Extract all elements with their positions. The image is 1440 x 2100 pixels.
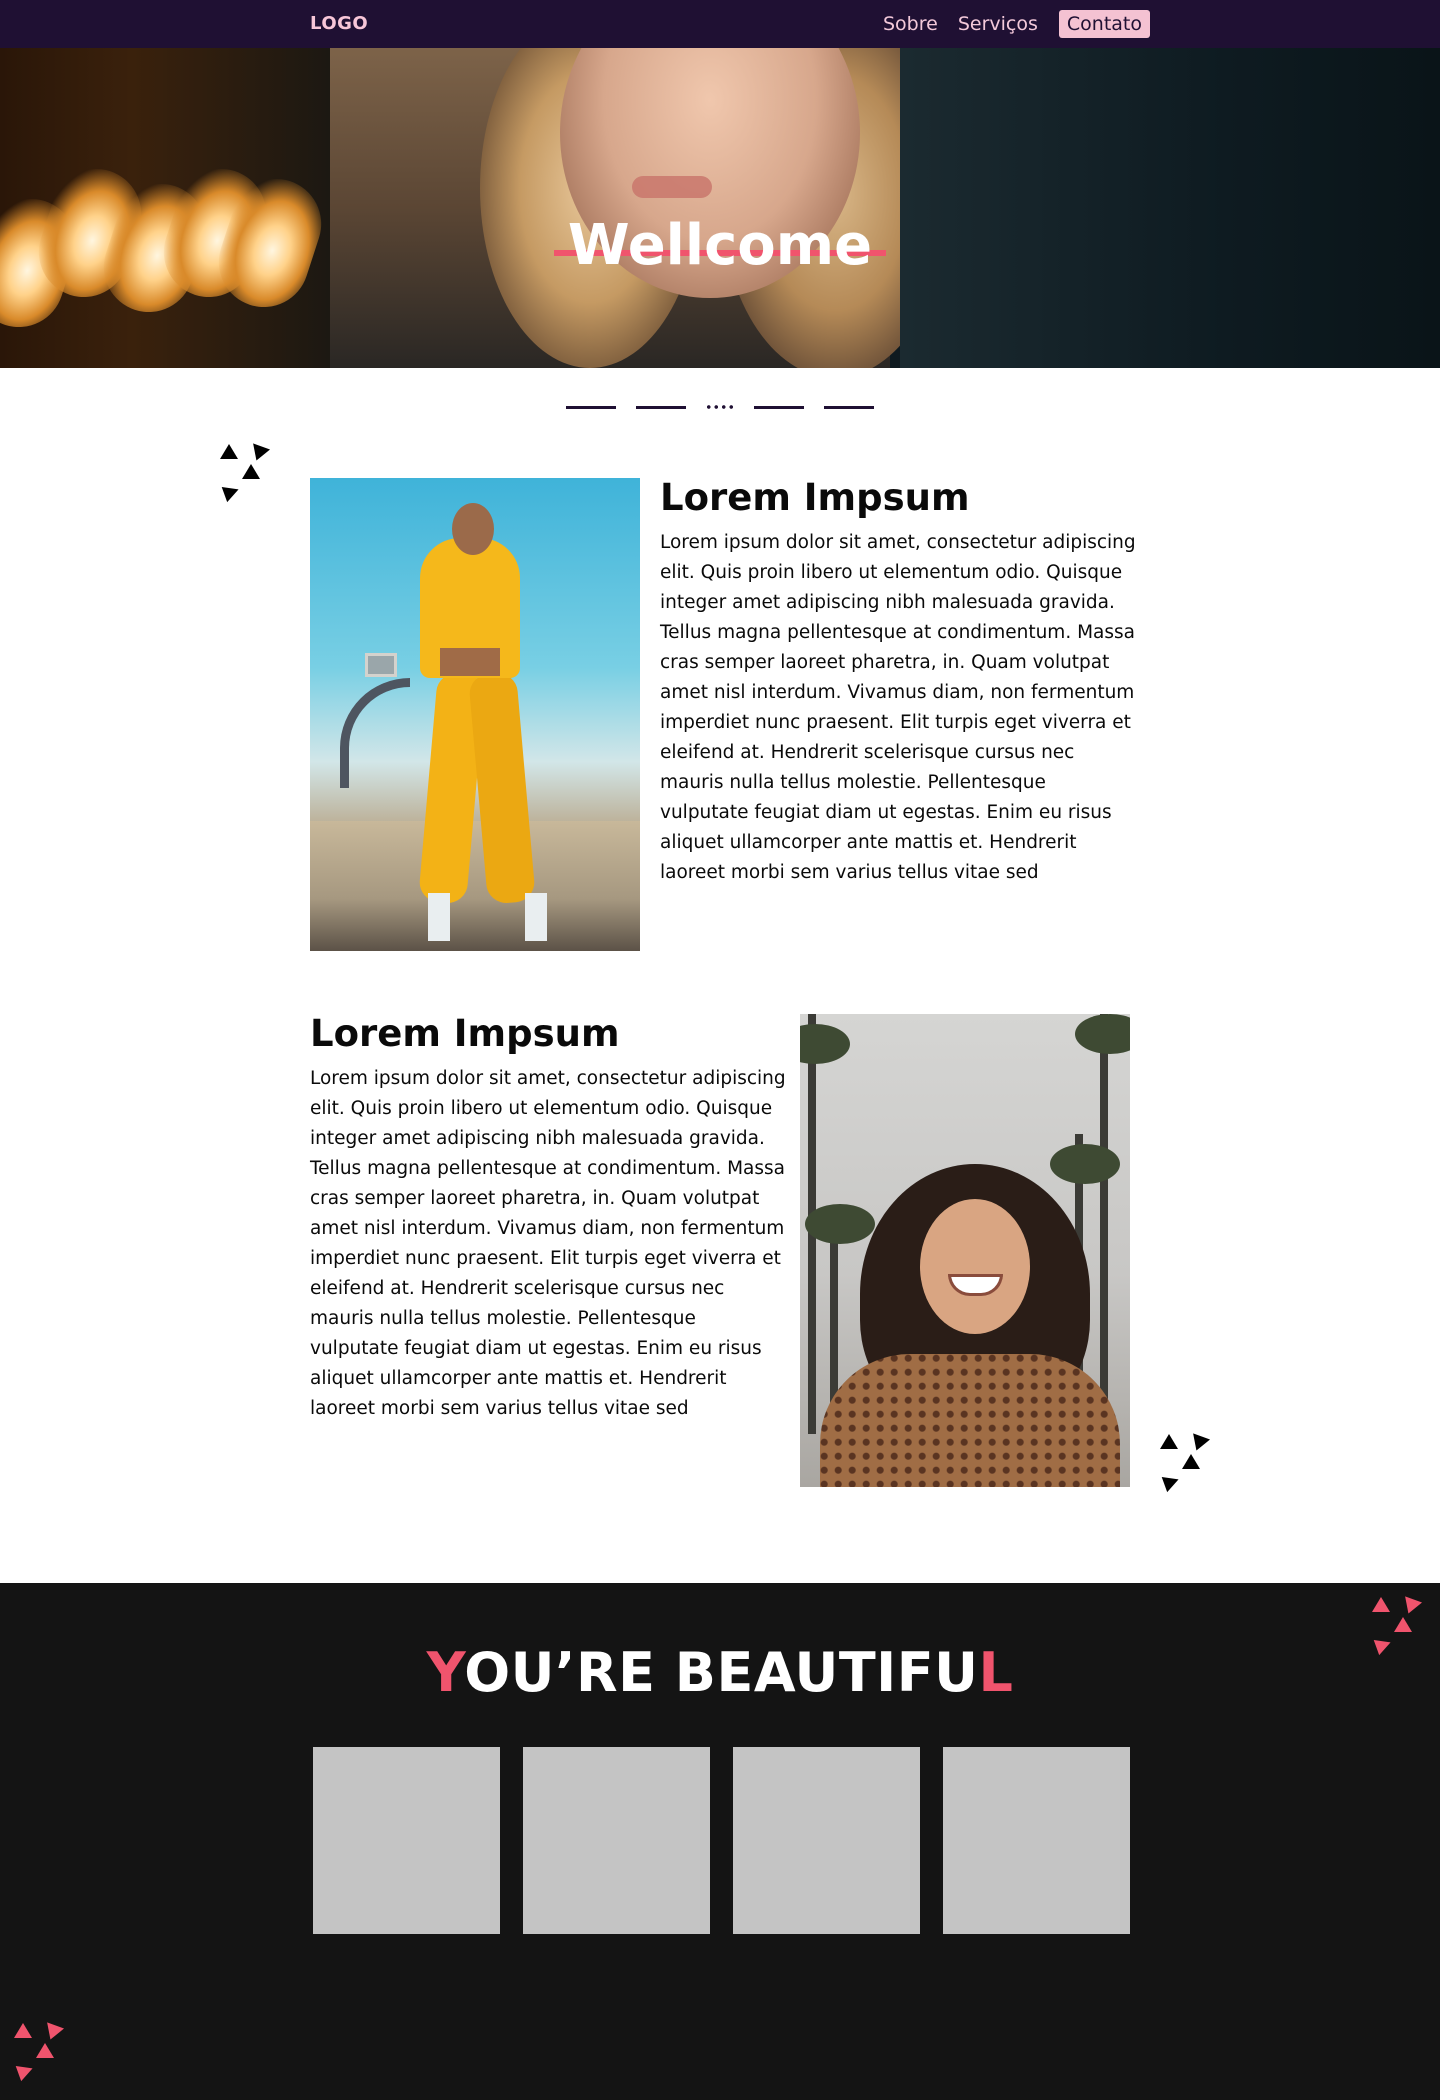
gallery-placeholder-3[interactable] (733, 1747, 920, 1934)
nav-link-contato[interactable]: Contato (1058, 10, 1150, 38)
feature-text-2: Lorem ipsum dolor sit amet, consectetur … (310, 1068, 786, 1419)
triangle-cluster-icon (14, 2022, 65, 2085)
logo[interactable]: LOGO (310, 13, 368, 34)
triangle-cluster-icon (220, 443, 271, 506)
gallery-placeholder-2[interactable] (523, 1747, 710, 1934)
hero-banner: Wellcome (0, 48, 1440, 368)
triangle-cluster-icon (1160, 1433, 1211, 1496)
slide-indicator-current[interactable] (705, 404, 735, 410)
feature-text-1: Lorem ipsum dolor sit amet, consectetur … (660, 532, 1136, 883)
slide-indicator-4[interactable] (824, 406, 874, 409)
slide-indicator-3[interactable] (754, 406, 804, 409)
section-title: YOU’RE BEAUTIFUL (426, 1641, 1014, 1704)
hero-title: Wellcome (0, 218, 1440, 274)
nav-links: Sobre Serviços Contato (863, 10, 1150, 38)
top-nav: LOGO Sobre Serviços Contato (0, 0, 1440, 48)
hero-dark-backdrop (900, 48, 1440, 368)
feature-title-1: Lorem Impsum (660, 476, 970, 519)
slide-indicator-1[interactable] (566, 406, 616, 409)
feature-title-2: Lorem Impsum (310, 1012, 620, 1055)
feature-image-smiling-woman (800, 1014, 1130, 1487)
slide-indicator-2[interactable] (636, 406, 686, 409)
nav-link-servicos[interactable]: Serviços (958, 13, 1038, 35)
gallery-placeholder-1[interactable] (313, 1747, 500, 1934)
gallery-placeholder-4[interactable] (943, 1747, 1130, 1934)
youre-beautiful-section: YOU’RE BEAUTIFUL (0, 1583, 1440, 2100)
nav-link-sobre[interactable]: Sobre (883, 13, 938, 35)
image-gallery (313, 1747, 1130, 1934)
features-section: Lorem Impsum Lorem ipsum dolor sit amet,… (0, 443, 1440, 1583)
feature-image-yellow-outfit (310, 478, 640, 951)
slider-indicators (0, 368, 1440, 448)
hero-lights-image (0, 48, 333, 368)
